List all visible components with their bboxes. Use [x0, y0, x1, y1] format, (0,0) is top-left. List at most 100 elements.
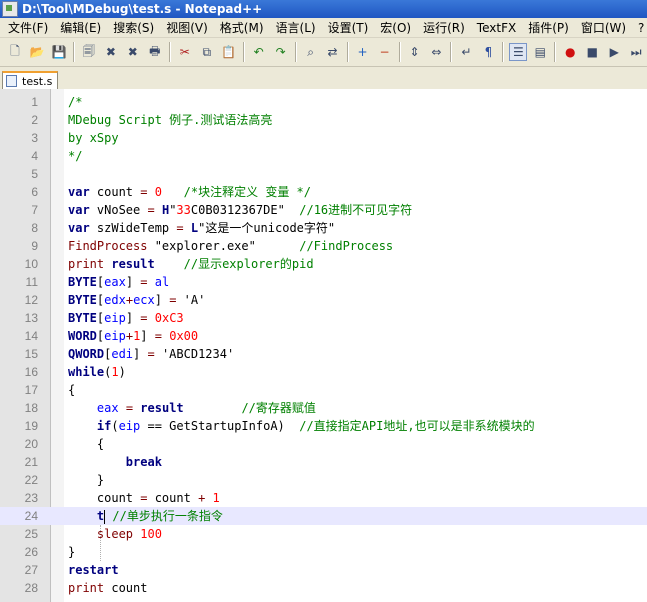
menu-item[interactable]: ?	[632, 21, 647, 35]
menu-item[interactable]: 搜索(S)	[107, 19, 160, 36]
code-line[interactable]: 3 by xSpy	[0, 129, 647, 147]
code-token: 0x00	[169, 329, 199, 343]
code-line[interactable]: 8 var szWideTemp = L"这是一个unicode字符"	[0, 219, 647, 237]
code-editor[interactable]: 1 /* 2 MDebug Script 例子.测试语法高亮 3 by xSpy 4 */ 5 6…	[0, 89, 647, 602]
code-line[interactable]: 25 sleep 100	[0, 525, 647, 543]
code-token: by xSpy	[68, 131, 119, 145]
menu-item[interactable]: 编辑(E)	[54, 19, 107, 36]
code-text: print count	[68, 579, 147, 597]
code-text: restart	[68, 561, 119, 579]
menu-item[interactable]: 设置(T)	[322, 19, 375, 36]
record-icon[interactable]: ●	[561, 43, 579, 61]
menu-item[interactable]: 视图(V)	[160, 19, 214, 36]
code-line[interactable]: 6 var count = 0 /*块注释定义 变量 */	[0, 183, 647, 201]
line-number: 12	[24, 293, 38, 307]
new-file-icon[interactable]: 🗋	[6, 43, 24, 61]
code-text: eax = result //寄存器赋值	[68, 399, 316, 417]
code-line[interactable]: 24 t //单步执行一条指令	[0, 507, 647, 525]
code-line[interactable]: 13 BYTE[eip] = 0xC3	[0, 309, 647, 327]
print-icon[interactable]: 🖶	[146, 43, 164, 61]
stop-icon[interactable]: ■	[583, 43, 601, 61]
indent-guide-icon[interactable]: ☰	[509, 43, 528, 61]
code-token: var	[68, 203, 90, 217]
code-line[interactable]: 11 BYTE[eax] = al	[0, 273, 647, 291]
menu-item[interactable]: 格式(M)	[214, 19, 270, 36]
code-token: MDebug Script 例子.测试语法高亮	[68, 113, 273, 127]
code-line[interactable]: 4 */	[0, 147, 647, 165]
menu-item[interactable]: 运行(R)	[417, 19, 471, 36]
code-text: sleep 100	[68, 525, 162, 543]
toolbar-separator	[242, 42, 245, 62]
tab-test-s[interactable]: test.s	[2, 71, 58, 89]
code-line[interactable]: 7 var vNoSee = H"33C0B0312367DE" //16进制不可…	[0, 201, 647, 219]
code-token: 0	[154, 185, 162, 199]
line-number: 27	[24, 563, 38, 577]
undo-icon[interactable]: ↶	[250, 43, 268, 61]
code-line[interactable]: 16 while(1)	[0, 363, 647, 381]
code-line[interactable]: 26}	[0, 543, 647, 561]
close-icon[interactable]: ✖	[102, 43, 120, 61]
zoom-out-icon[interactable]: −	[376, 43, 394, 61]
menu-item[interactable]: TextFX	[471, 21, 522, 35]
code-line[interactable]: 19 if(eip == GetStartupInfoA) //直接指定API地…	[0, 417, 647, 435]
code-line[interactable]: 15 QWORD[edi] = 'ABCD1234'	[0, 345, 647, 363]
zoom-in-icon[interactable]: +	[354, 43, 372, 61]
code-line[interactable]: 28 print count	[0, 579, 647, 597]
line-number: 6	[31, 185, 38, 199]
code-token: */	[68, 149, 83, 163]
close-all-icon[interactable]: ✖	[124, 43, 142, 61]
code-line[interactable]: 10 print result //显示explorer的pid	[0, 255, 647, 273]
sync-v-icon[interactable]: ⇕	[406, 43, 424, 61]
copy-icon[interactable]: ⧉	[198, 43, 216, 61]
code-line[interactable]: 14 WORD[eip+1] = 0x00	[0, 327, 647, 345]
code-token: WORD	[68, 329, 97, 343]
toolbar: 🗋 📂 💾 🗐 ✖ ✖ 🖶 ✂ ⧉ 📋 ↶ ↷ ⌕ ⇄ + − ⇕ ⇔ ↵ ¶ ☰ ▤ ● ■ ▶ ⏭	[0, 38, 647, 67]
code-line[interactable]: 9 FindProcess "explorer.exe" //FindProces…	[0, 237, 647, 255]
code-line[interactable]: 20 {	[0, 435, 647, 453]
code-line[interactable]: 23 count = count + 1	[0, 489, 647, 507]
code-line[interactable]: 21 break	[0, 453, 647, 471]
menu-item[interactable]: 窗口(W)	[575, 19, 632, 36]
code-token: eip	[104, 329, 126, 343]
code-text: WORD[eip+1] = 0x00	[68, 327, 198, 345]
code-line[interactable]: 5	[0, 165, 647, 183]
code-token: count	[104, 581, 148, 595]
code-line[interactable]: 22 }	[0, 471, 647, 489]
code-token: "这是一个unicode字符"	[198, 221, 336, 235]
code-text: {	[68, 435, 104, 453]
run-multiple-icon[interactable]: ⏭	[627, 43, 645, 61]
code-line[interactable]: 27 restart	[0, 561, 647, 579]
find-icon[interactable]: ⌕	[302, 43, 320, 61]
menu-item[interactable]: 文件(F)	[2, 19, 54, 36]
line-number: 28	[24, 581, 38, 595]
code-text: var count = 0 /*块注释定义 变量 */	[68, 183, 311, 201]
code-line[interactable]: 18 eax = result //寄存器赋值	[0, 399, 647, 417]
code-text: var vNoSee = H"33C0B0312367DE" //16进制不可见…	[68, 201, 412, 219]
menu-item[interactable]: 语言(L)	[270, 19, 322, 36]
toolbar-separator	[554, 42, 557, 62]
menu-item[interactable]: 宏(O)	[374, 19, 417, 36]
show-all-chars-icon[interactable]: ¶	[479, 43, 497, 61]
sync-h-icon[interactable]: ⇔	[427, 43, 445, 61]
code-token: 'ABCD1234'	[154, 347, 235, 361]
line-number: 26	[24, 545, 38, 559]
open-file-icon[interactable]: 📂	[28, 43, 46, 61]
replace-icon[interactable]: ⇄	[324, 43, 342, 61]
code-line[interactable]: 12 BYTE[edx+ecx] = 'A'	[0, 291, 647, 309]
code-token: 100	[140, 527, 162, 541]
code-token: {	[68, 437, 105, 451]
menu-item[interactable]: 插件(P)	[522, 19, 575, 36]
save-icon[interactable]: 💾	[50, 43, 68, 61]
code-line[interactable]: 17 {	[0, 381, 647, 399]
wrap-icon[interactable]: ↵	[457, 43, 475, 61]
redo-icon[interactable]: ↷	[272, 43, 290, 61]
cut-icon[interactable]: ✂	[176, 43, 194, 61]
code-token: if	[96, 419, 112, 433]
save-all-icon[interactable]: 🗐	[80, 43, 98, 61]
udl-icon[interactable]: ▤	[531, 43, 549, 61]
code-line[interactable]: 2 MDebug Script 例子.测试语法高亮	[0, 111, 647, 129]
code-line[interactable]: 1 /*	[0, 93, 647, 111]
paste-icon[interactable]: 📋	[220, 43, 238, 61]
play-icon[interactable]: ▶	[605, 43, 623, 61]
